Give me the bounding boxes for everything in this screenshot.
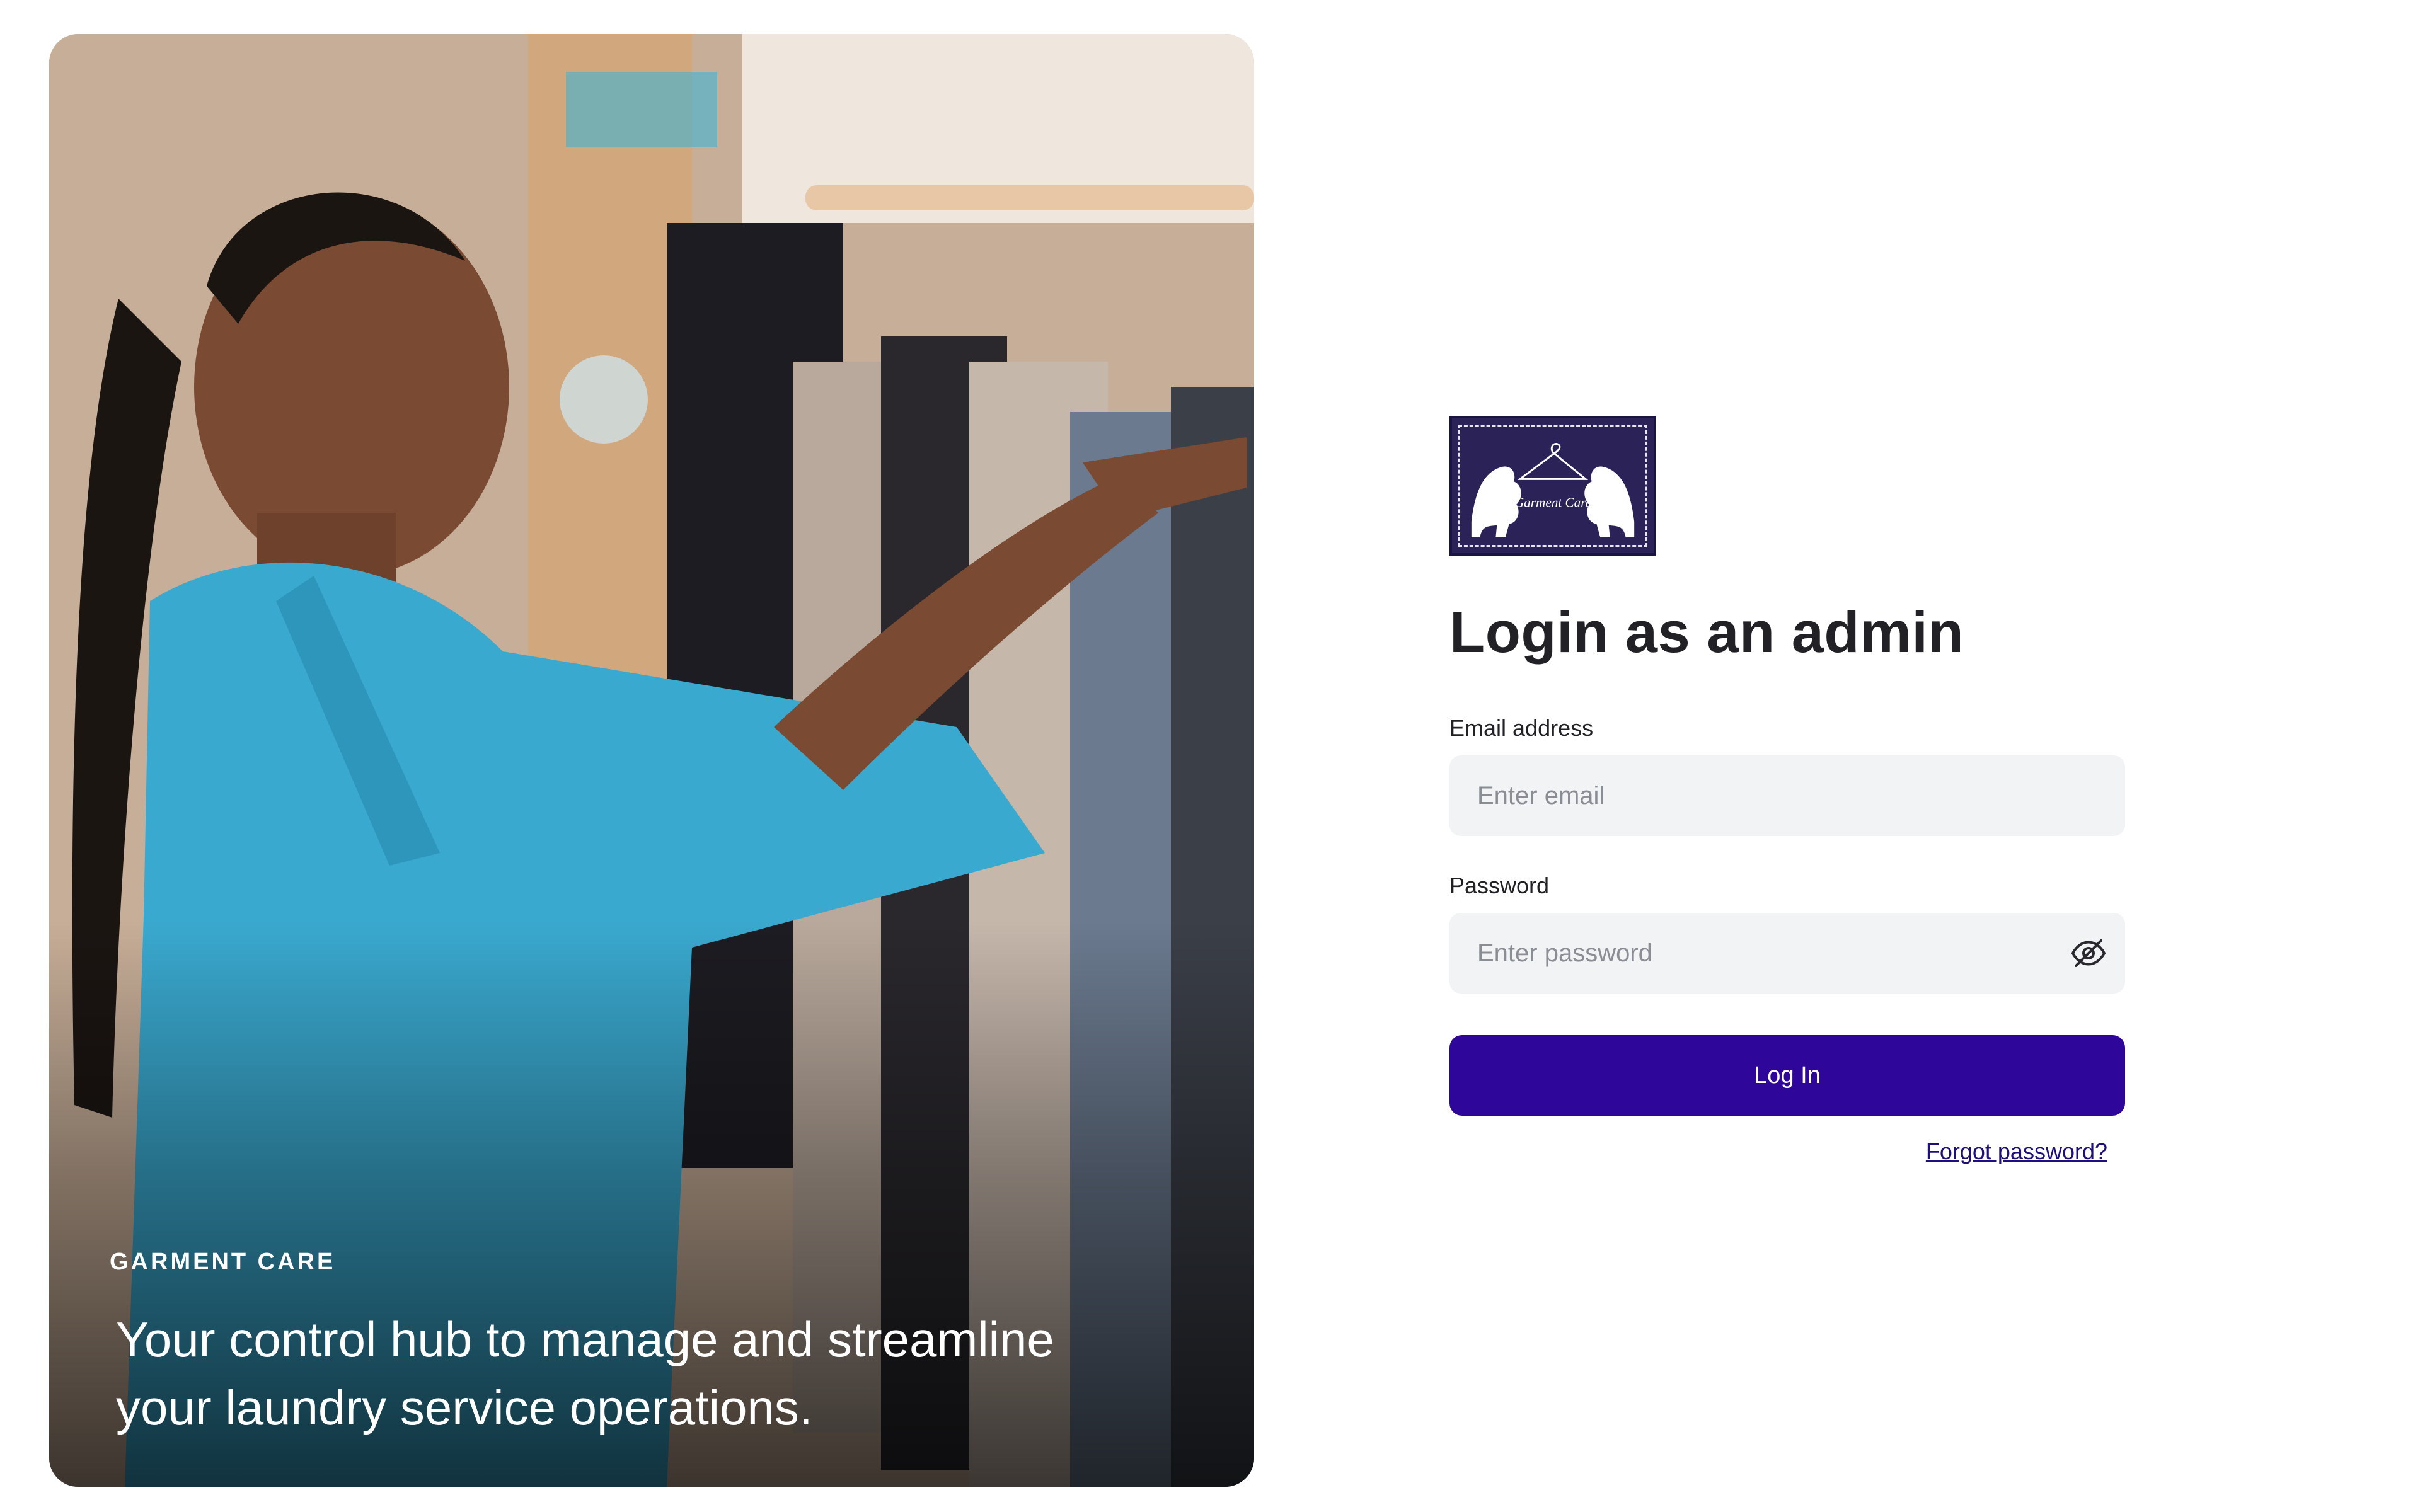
email-label: Email address (1449, 715, 1594, 741)
email-input[interactable] (1449, 755, 2125, 836)
forgot-password-link[interactable]: Forgot password? (1926, 1138, 2107, 1164)
hero-brand: GARMENT CARE (110, 1249, 336, 1275)
page-title: Login as an admin (1449, 600, 1964, 665)
logo-text: Garment Care (1514, 495, 1591, 510)
login-form: Garment Care Login as an admin Email add… (1449, 416, 2125, 1165)
password-field-wrapper (1449, 913, 2125, 994)
eye-off-icon[interactable] (2068, 933, 2109, 973)
brand-logo: Garment Care (1449, 416, 1656, 556)
password-input[interactable] (1449, 913, 2125, 994)
password-label: Password (1449, 873, 1550, 898)
email-field-wrapper (1449, 755, 2125, 836)
lions-hanger-logo-icon: Garment Care (1471, 443, 1635, 537)
forgot-password-row: Forgot password? (1449, 1138, 2125, 1165)
login-button[interactable]: Log In (1449, 1035, 2125, 1116)
hero-panel: GARMENT CARE Your control hub to manage … (49, 34, 1254, 1487)
hero-tagline: Your control hub to manage and streamlin… (116, 1312, 1054, 1435)
